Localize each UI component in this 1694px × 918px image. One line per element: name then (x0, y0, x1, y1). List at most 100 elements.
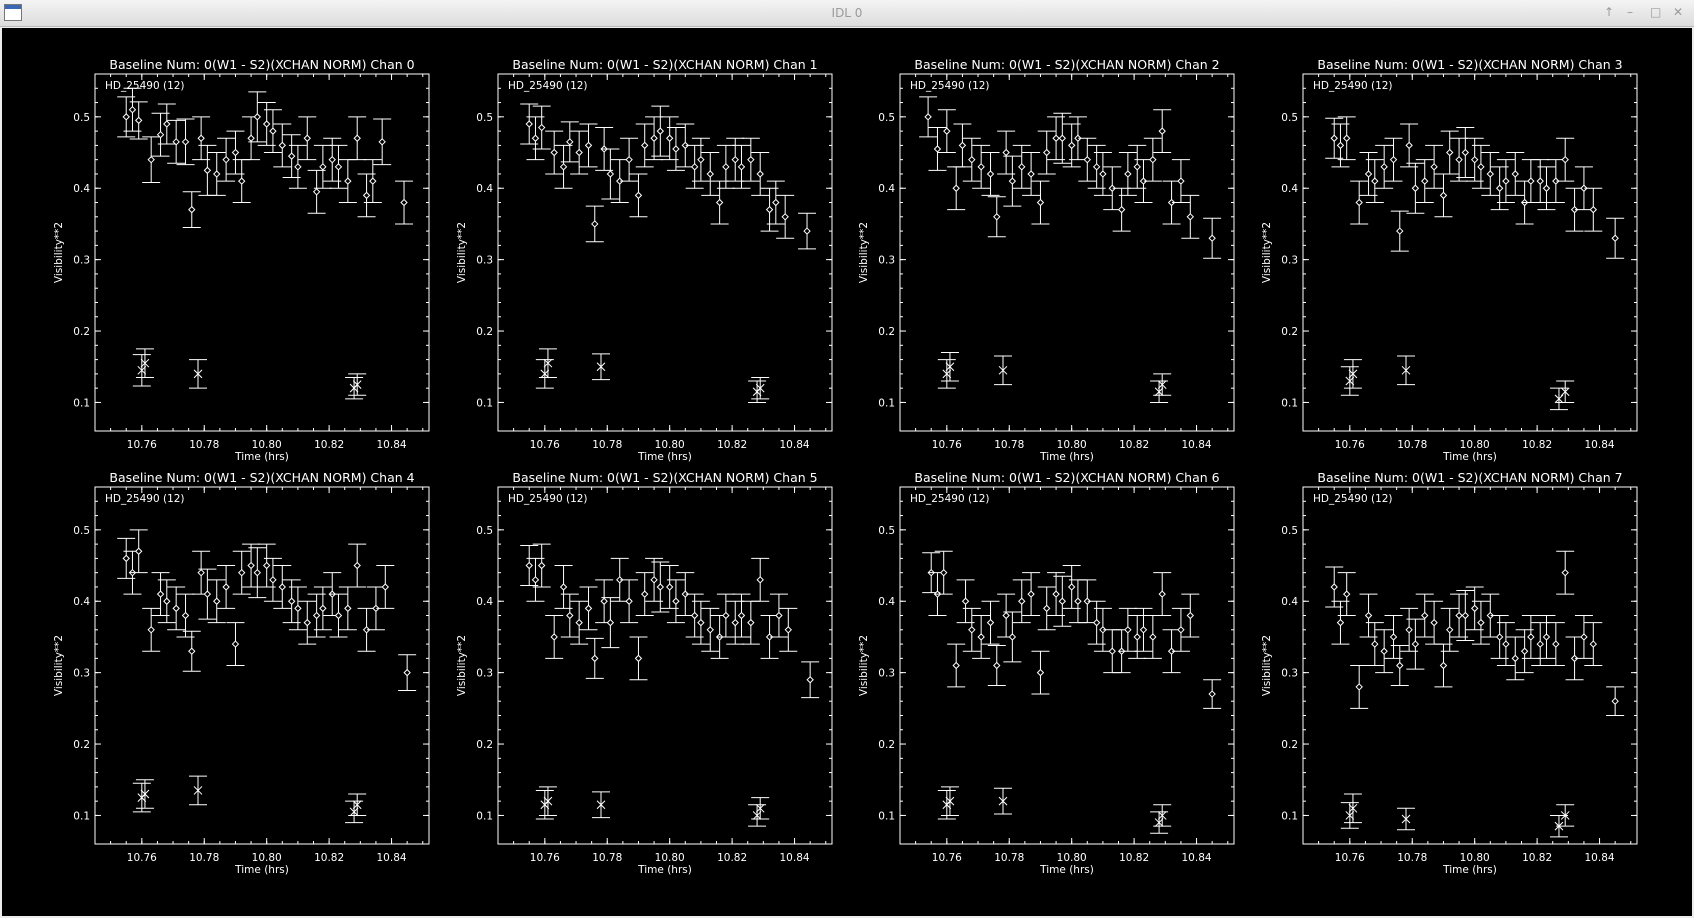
y-tick-label: 0.1 (878, 397, 895, 409)
keep-above-button[interactable]: ↑ (1604, 5, 1614, 19)
data-point (1052, 590, 1060, 598)
data-point (1036, 198, 1045, 207)
data-point (1108, 647, 1116, 655)
x-tick-label: 10.84 (377, 439, 407, 451)
y-tick-label: 0.4 (878, 183, 895, 195)
data-point (128, 105, 137, 114)
data-point (715, 198, 724, 207)
x-tick-label: 10.76 (1335, 852, 1365, 864)
data-point (1002, 148, 1010, 157)
data-point (312, 188, 321, 196)
data-point (1421, 611, 1429, 620)
data-point (641, 141, 649, 150)
data-point (1043, 148, 1051, 157)
data-point (1027, 590, 1035, 598)
data-point (231, 640, 240, 648)
data-point (1018, 597, 1026, 605)
x-tick-label: 10.78 (592, 439, 622, 451)
data-point (353, 134, 361, 142)
x-tick-label: 10.80 (1460, 439, 1490, 451)
data-point (1027, 170, 1035, 178)
y-tick-label: 0.1 (476, 810, 493, 822)
minimize-button[interactable]: – (1627, 5, 1633, 19)
data-point (656, 583, 665, 591)
data-point (253, 568, 262, 577)
x-tick-label: 10.80 (252, 439, 282, 451)
y-tick-label: 0.3 (73, 255, 90, 267)
x-tick-label: 10.78 (189, 439, 219, 451)
y-tick-label: 0.4 (476, 183, 493, 195)
data-point (584, 604, 593, 613)
data-point (188, 205, 196, 214)
plot-title: Baseline Num: 0(W1 - S2)(XCHAN NORM) Cha… (512, 470, 817, 485)
data-point (986, 170, 995, 178)
data-point (403, 668, 411, 677)
data-point (559, 583, 568, 591)
data-point (1158, 127, 1166, 135)
plot-panel-chan-4: Baseline Num: 0(W1 - S2)(XCHAN NORM) Cha… (53, 470, 430, 876)
data-point (238, 568, 246, 577)
data-point (952, 661, 960, 670)
data-point (1389, 155, 1398, 164)
x-axis-label: Time (hrs) (637, 864, 692, 876)
data-point (203, 166, 212, 175)
window-titlebar[interactable]: IDL 0 ↑ – □ ✕ (0, 0, 1694, 27)
data-point (1133, 633, 1141, 641)
data-point (222, 583, 230, 591)
data-point (1589, 640, 1598, 648)
data-point (591, 654, 599, 663)
data-point (213, 597, 221, 605)
data-point (294, 604, 302, 613)
data-point (303, 134, 311, 142)
x-tick-label: 10.80 (252, 852, 282, 864)
data-point (247, 134, 255, 142)
data-point (181, 611, 190, 620)
data-point (697, 618, 705, 627)
close-button[interactable]: ✕ (1673, 5, 1683, 19)
data-point (1439, 661, 1448, 670)
y-axis-label: Visibility**2 (53, 222, 65, 283)
y-tick-label: 0.4 (73, 596, 90, 608)
data-point (269, 576, 277, 584)
x-axis-label: Time (hrs) (637, 451, 692, 463)
data-point (369, 177, 377, 185)
x-tick-label: 10.82 (1522, 852, 1552, 864)
data-point (722, 611, 730, 620)
plot-annotation: HD_25490 (12) (910, 80, 990, 92)
data-point (737, 163, 746, 171)
y-tick-label: 0.4 (1281, 596, 1298, 608)
data-point (958, 141, 967, 150)
data-point (656, 127, 665, 135)
y-tick-label: 0.3 (878, 668, 895, 680)
data-point (722, 163, 730, 171)
x-tick-label: 10.82 (314, 852, 344, 864)
data-point (156, 590, 165, 598)
x-tick-label: 10.78 (994, 439, 1024, 451)
data-point (1430, 618, 1438, 627)
data-point (993, 213, 1001, 221)
data-point (1396, 661, 1404, 670)
x-tick-label: 10.76 (932, 852, 962, 864)
y-axis-label: Visibility**2 (456, 222, 468, 283)
maximize-button[interactable]: □ (1650, 5, 1661, 19)
data-point (1477, 618, 1485, 627)
data-point (362, 191, 371, 200)
plot-annotation: HD_25490 (12) (1313, 80, 1393, 92)
plot-annotation: HD_25490 (12) (105, 493, 185, 505)
y-axis-label: Visibility**2 (858, 635, 870, 696)
data-point (400, 198, 408, 207)
plot-title: Baseline Num: 0(W1 - S2)(XCHAN NORM) Cha… (1317, 470, 1622, 485)
data-point (328, 155, 336, 164)
data-point (262, 120, 271, 128)
data-point (665, 583, 674, 591)
data-point (1036, 668, 1045, 677)
plots-svg: Baseline Num: 0(W1 - S2)(XCHAN NORM) Cha… (53, 57, 1638, 876)
data-point (1186, 611, 1195, 620)
data-point (344, 177, 352, 185)
x-tick-label: 10.76 (932, 439, 962, 451)
x-tick-label: 10.84 (1182, 439, 1212, 451)
data-point (606, 170, 615, 178)
data-point (188, 647, 196, 655)
data-point (625, 155, 633, 164)
x-axis-label: Time (hrs) (1039, 864, 1094, 876)
